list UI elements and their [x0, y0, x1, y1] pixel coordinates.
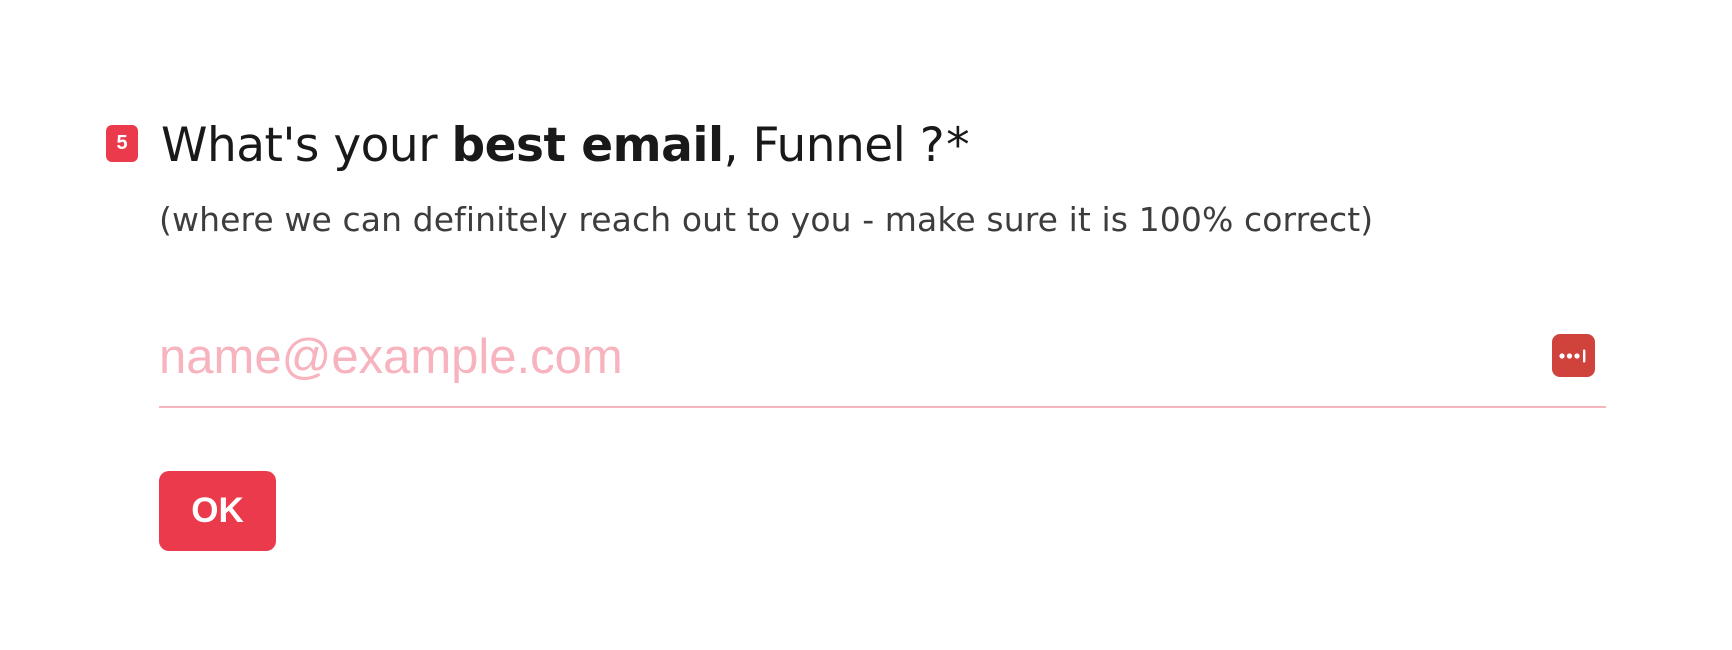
question-title-emphasis: best email: [451, 118, 724, 173]
email-input[interactable]: [159, 322, 1519, 392]
question-title: What's your best email, Funnel ?*: [161, 118, 970, 174]
question-title-prefix: What's your: [161, 118, 452, 173]
question-subtitle: (where we can definitely reach out to yo…: [159, 200, 1374, 239]
password-dots-icon: [1558, 349, 1585, 362]
password-key-icon[interactable]: [1552, 334, 1595, 377]
ok-button[interactable]: OK: [159, 471, 276, 551]
question-number-badge: 5: [106, 125, 138, 162]
email-field-container: [159, 314, 1606, 408]
question-title-suffix: , Funnel ?: [723, 118, 945, 173]
required-asterisk: *: [946, 118, 970, 173]
